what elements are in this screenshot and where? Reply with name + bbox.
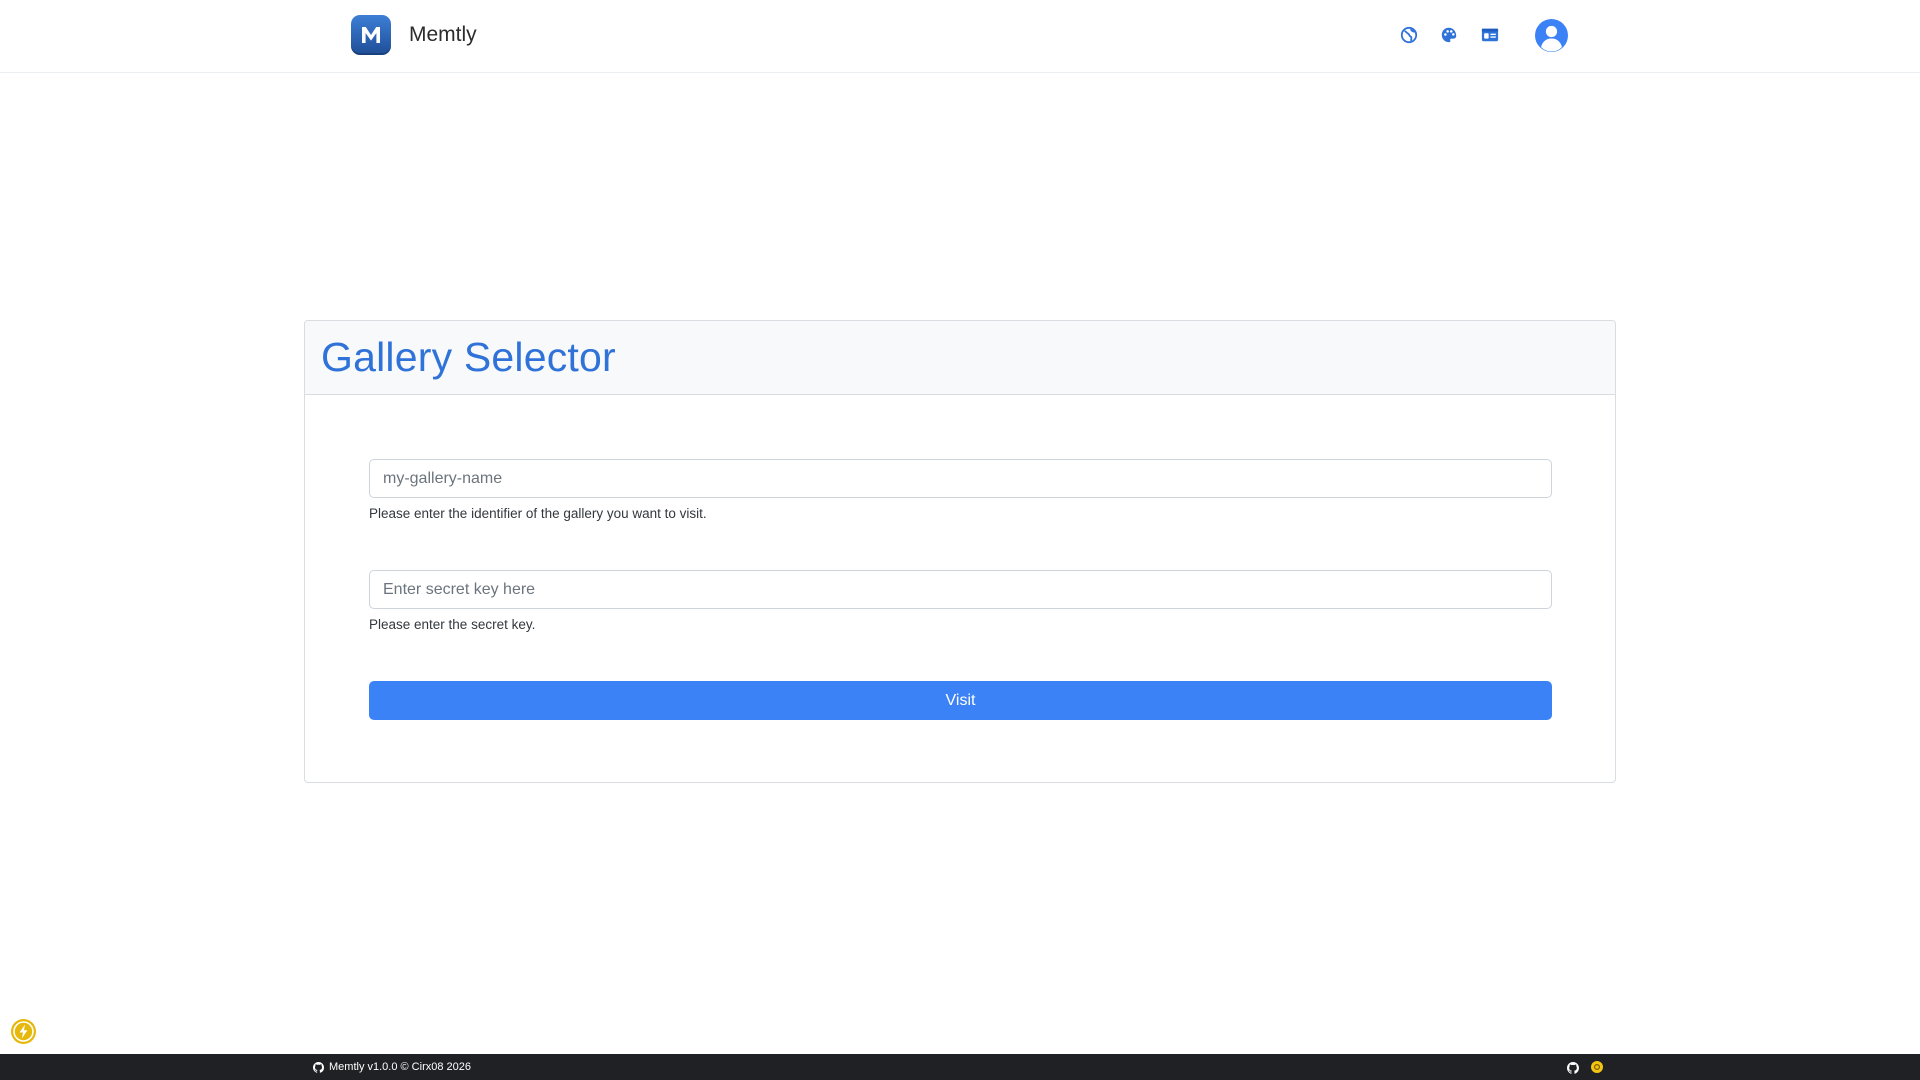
secret-key-help: Please enter the secret key. [369,617,536,632]
card-header: Gallery Selector [305,321,1615,395]
brand-link[interactable]: Memtly [351,15,477,55]
gallery-selector-card: Gallery Selector Please enter the identi… [304,320,1616,783]
secret-key-input[interactable] [369,570,1552,609]
user-avatar-button[interactable] [1535,19,1568,52]
user-circle-icon [1541,25,1562,52]
github-icon [313,1061,324,1073]
visit-button[interactable]: Visit [369,681,1552,720]
top-navbar: Memtly [0,0,1920,73]
page-title: Gallery Selector [321,334,616,380]
footer-text: Memtly v1.0.0 © Cirx08 2026 [329,1061,471,1073]
logo-m-icon [362,27,380,43]
palette-icon[interactable] [1438,24,1460,46]
gallery-selector-form: Please enter the identifier of the galle… [305,395,1615,720]
footer-github-button[interactable] [1567,1061,1580,1074]
app-logo [351,15,391,55]
id-card-icon[interactable] [1479,24,1501,46]
footer-credits: Memtly v1.0.0 © Cirx08 2026 [313,1054,471,1080]
floating-action-button[interactable] [11,1019,36,1044]
gallery-name-help: Please enter the identifier of the galle… [369,506,707,521]
gallery-name-group: Please enter the identifier of the galle… [369,459,1552,521]
coin-icon[interactable] [1591,1061,1603,1073]
secret-key-group: Please enter the secret key. [369,570,1552,632]
lightning-icon [13,1021,34,1042]
globe-icon[interactable] [1398,24,1420,46]
footer: Memtly v1.0.0 © Cirx08 2026 [0,1054,1920,1080]
app-name: Memtly [409,23,477,46]
gallery-name-input[interactable] [369,459,1552,498]
github-icon [1567,1062,1580,1074]
